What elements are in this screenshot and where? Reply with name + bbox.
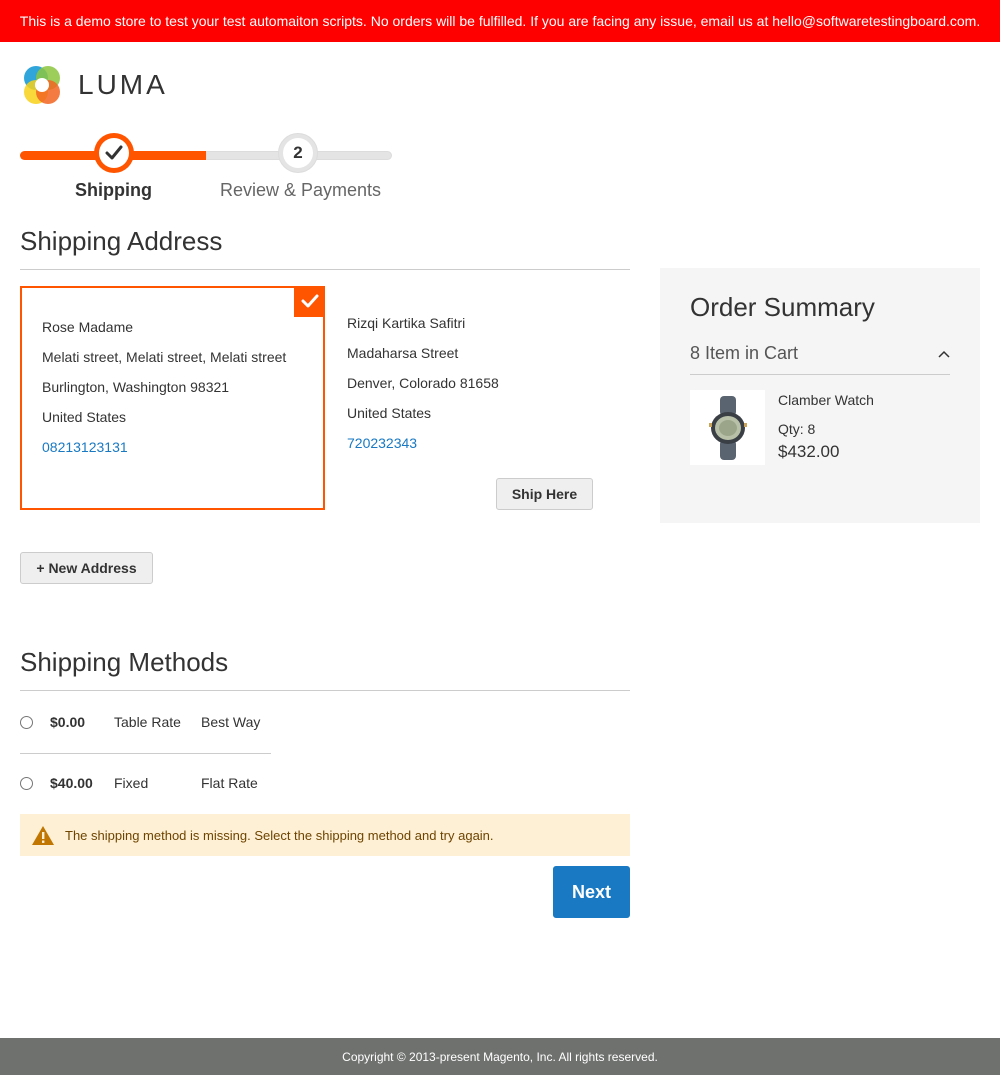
address-name: Rose Madame bbox=[42, 319, 134, 335]
product-name: Clamber Watch bbox=[778, 392, 874, 408]
shipping-address-card-selected[interactable]: Rose Madame Melati street, Melati street… bbox=[20, 286, 325, 510]
shipping-method-radio[interactable] bbox=[20, 776, 33, 790]
product-qty: Qty: 8 bbox=[778, 421, 816, 437]
checkout-progress-bar: 2 Shipping Review & Payments bbox=[20, 130, 392, 210]
shipping-address-card: Rizqi Kartika Safitri Madaharsa Street D… bbox=[347, 308, 607, 458]
address-country: United States bbox=[42, 409, 127, 425]
logo-text: LUMA bbox=[78, 69, 168, 100]
shipping-method-name: Fixed bbox=[114, 775, 149, 791]
step-review-number: 2 bbox=[283, 138, 313, 168]
demo-notice-text: This is a demo store to test your test a… bbox=[19, 13, 981, 29]
order-summary-title: Order Summary bbox=[690, 292, 875, 322]
address-phone-link[interactable]: 720232343 bbox=[347, 428, 607, 458]
luma-logo-link[interactable]: LUMA bbox=[20, 63, 168, 107]
selected-check-badge bbox=[294, 286, 325, 317]
address-country: United States bbox=[347, 405, 432, 421]
shipping-method-row[interactable]: $40.00 Fixed Flat Rate bbox=[20, 768, 630, 798]
checkmark-icon bbox=[105, 145, 123, 160]
checkmark-icon bbox=[301, 294, 318, 308]
address-city-line: Denver, Colorado 81658 bbox=[347, 375, 499, 391]
shipping-methods-title: Shipping Methods bbox=[20, 647, 630, 691]
luma-logo-icon bbox=[24, 66, 60, 104]
order-summary-panel: Order Summary 8 Item in Cart Clamber Wat… bbox=[660, 268, 980, 523]
shipping-method-row[interactable]: $0.00 Table Rate Best Way bbox=[20, 707, 630, 737]
shipping-method-radio[interactable] bbox=[20, 715, 33, 729]
copyright-text: Copyright © 2013-present Magento, Inc. A… bbox=[342, 1049, 658, 1064]
address-name: Rizqi Kartika Safitri bbox=[347, 315, 466, 331]
watch-image bbox=[708, 395, 747, 460]
address-city-line: Burlington, Washington 98321 bbox=[42, 379, 230, 395]
method-divider bbox=[20, 753, 271, 754]
shipping-carrier-name: Best Way bbox=[201, 714, 261, 730]
address-street: Melati street, Melati street, Melati str… bbox=[42, 349, 287, 365]
cart-count-label: 8 Item in Cart bbox=[690, 343, 799, 363]
address-phone-link[interactable]: 08213123131 bbox=[42, 432, 303, 462]
address-street: Madaharsa Street bbox=[347, 345, 459, 361]
cart-items-toggle[interactable]: 8 Item in Cart bbox=[690, 343, 950, 375]
new-address-button[interactable]: + New Address bbox=[20, 552, 153, 584]
page-footer: Copyright © 2013-present Magento, Inc. A… bbox=[0, 1038, 1000, 1075]
step-review-indicator: 2 bbox=[278, 133, 318, 173]
error-text: The shipping method is missing. Select t… bbox=[65, 827, 494, 843]
step-review-label: Review & Payments bbox=[220, 180, 382, 200]
product-price: $432.00 bbox=[778, 442, 840, 461]
demo-notice-banner: This is a demo store to test your test a… bbox=[0, 0, 1000, 42]
product-thumbnail bbox=[690, 390, 765, 465]
warning-icon bbox=[32, 825, 54, 845]
chevron-up-icon bbox=[938, 350, 950, 358]
shipping-method-price: $0.00 bbox=[50, 714, 86, 730]
next-button[interactable]: Next bbox=[553, 866, 630, 918]
shipping-method-price: $40.00 bbox=[50, 775, 93, 791]
shipping-method-error-message: The shipping method is missing. Select t… bbox=[20, 814, 630, 856]
shipping-address-title: Shipping Address bbox=[20, 226, 630, 270]
step-shipping-indicator bbox=[94, 133, 134, 173]
ship-here-button[interactable]: Ship Here bbox=[496, 478, 593, 510]
step-shipping-label: Shipping bbox=[75, 180, 152, 200]
cart-item: Clamber Watch Qty: 8 $432.00 bbox=[690, 390, 950, 465]
shipping-method-name: Table Rate bbox=[114, 714, 181, 730]
shipping-carrier-name: Flat Rate bbox=[201, 775, 258, 791]
